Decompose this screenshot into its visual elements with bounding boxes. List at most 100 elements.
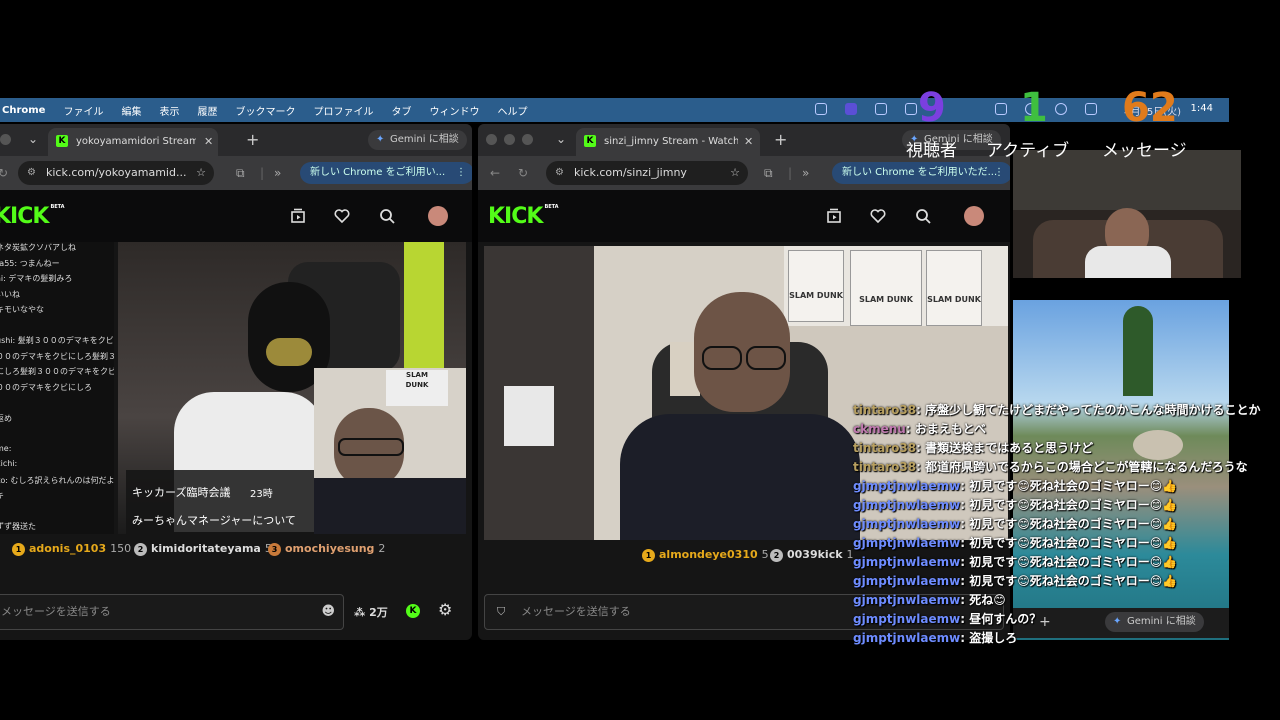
chat-username: gjmptjnwlaemw (853, 631, 961, 645)
menu-history[interactable]: 履歴 (197, 103, 217, 118)
site-info-icon[interactable]: ⚙ (555, 161, 564, 185)
kick-logo[interactable]: KICK BETA (488, 204, 559, 229)
tab-yokoyamamidori[interactable]: K yokoyamamidori Stream - ✕ (48, 128, 218, 156)
menu-dots-icon[interactable]: ⋮ (994, 162, 1004, 184)
chrome-update-button[interactable]: 新しい Chrome をご利用い... ⋮ (300, 162, 472, 184)
clips-icon[interactable] (289, 207, 307, 225)
video-player[interactable]: SLAM DUNK キッカーズ臨時会議 23時 みーちゃんマネージャーについて (118, 242, 466, 534)
menu-view[interactable]: 表示 (159, 103, 179, 118)
chat-username: gjmptjnwlaemw (853, 593, 961, 607)
chat-panel: ネタ炭鉱クソバアしね ra55: つまんねー ai: デマキの髪剃みろ いいね … (0, 242, 114, 534)
chat-text: 書類送検まではあると思うけど (925, 441, 1094, 455)
search-icon[interactable] (914, 207, 932, 225)
menu-app-name[interactable]: Chrome (2, 105, 45, 116)
reload-icon[interactable]: ↻ (0, 166, 8, 180)
display-icon[interactable] (905, 103, 917, 115)
more-tabs-icon[interactable]: » (802, 166, 809, 180)
camera-icon[interactable] (845, 103, 857, 115)
window-zoom-button[interactable] (522, 134, 533, 145)
overlay-chat-line: gjmptjnwlaemw: 盗撮しろ (853, 631, 1018, 645)
active-count: 1 (1020, 85, 1048, 131)
kick-points-icon[interactable]: K (406, 604, 420, 618)
url-text: kick.com/yokoyamamid... (46, 166, 187, 179)
chrome-update-button[interactable]: 新しい Chrome をご利用いただ... ⋮ (832, 162, 1010, 184)
pip-glasses (338, 438, 404, 456)
menu-file[interactable]: ファイル (63, 103, 103, 118)
menu-bookmarks[interactable]: ブックマーク (235, 103, 295, 118)
leaderboard-entry[interactable]: 1 adonis_0103 150 (12, 542, 131, 556)
search-icon[interactable] (1055, 103, 1067, 115)
new-tab-button[interactable]: + (246, 130, 259, 149)
following-heart-icon[interactable] (333, 207, 351, 225)
kick-favicon-icon: K (584, 135, 596, 147)
gemini-spark-icon: ✦ (376, 134, 385, 145)
chat-message: ko: むしろ訳えられんのは何だよ？？ (0, 475, 114, 485)
chat-message: ai: デマキの髪剃みろ (0, 274, 73, 283)
user-avatar[interactable] (964, 206, 984, 226)
extensions-icon[interactable]: ⧉ (236, 166, 245, 181)
following-heart-icon[interactable] (869, 207, 887, 225)
menu-window[interactable]: ウィンドウ (429, 103, 479, 118)
extensions-icon[interactable]: ⧉ (764, 166, 773, 181)
close-tab-icon[interactable]: ✕ (204, 135, 213, 148)
leaderboard-entry[interactable]: 2kimidoritateyama5 (134, 542, 272, 556)
menu-edit[interactable]: 編集 (121, 103, 141, 118)
url-text: kick.com/sinzi_jimny (574, 166, 687, 179)
overlay-chat-line: gjmptjnwlaemw: 初見です😊死ね社会のゴミヤロー😊👍 (853, 555, 1178, 569)
window-close-button[interactable] (0, 134, 11, 145)
menu-clock[interactable]: 1:44 (1191, 103, 1213, 114)
bookmark-star-icon[interactable]: ☆ (730, 161, 740, 185)
followers-count[interactable]: ⁂ 2万 (354, 604, 388, 620)
window-minimize-button[interactable] (504, 134, 515, 145)
user-avatar[interactable] (428, 206, 448, 226)
window-close-button[interactable] (486, 134, 497, 145)
gemini-button[interactable]: ✦ Gemini に相談 (368, 130, 467, 150)
tab-sinzi-jimny[interactable]: K sinzi_jimny Stream - Watch L ✕ (576, 128, 760, 156)
menu-tab[interactable]: タブ (391, 103, 411, 118)
kick-logo[interactable]: KICK BETA (0, 204, 65, 229)
leaderboard-name: adonis_0103 (29, 542, 107, 555)
menu-help[interactable]: ヘルプ (497, 103, 527, 118)
chat-message-input[interactable]: メッセージを送信する ☻ (0, 594, 344, 630)
menu-dots-icon[interactable]: ⋮ (456, 162, 466, 184)
leaderboard-entry[interactable]: 3 omochiyesung 2 (268, 542, 385, 556)
bookmark-star-icon[interactable]: ☆ (196, 161, 206, 185)
battery-icon[interactable] (995, 103, 1007, 115)
close-tab-icon[interactable]: ✕ (744, 135, 753, 148)
chat-message (0, 320, 114, 336)
chat-text: 初見です😊死ね社会のゴミヤロー😊👍 (969, 574, 1178, 588)
chat-username: gjmptjnwlaemw (853, 555, 961, 569)
rank-badge: 2 (134, 542, 147, 556)
chat-text: 昼何すんの？ (969, 612, 1042, 626)
chat-username: tintaro38 (853, 403, 917, 417)
chevron-down-icon[interactable]: ⌄ (556, 132, 566, 146)
emoji-icon[interactable]: ☻ (321, 595, 335, 629)
new-tab-button[interactable]: + (774, 130, 787, 149)
screen-share-icon[interactable] (875, 103, 887, 115)
more-tabs-icon[interactable]: » (274, 166, 281, 180)
chat-text: おまえもとべ (914, 422, 986, 436)
back-icon[interactable]: ← (490, 166, 500, 180)
menu-profile[interactable]: プロファイル (313, 103, 373, 118)
leaderboard-entry[interactable]: 1 almondeye0310 5 (642, 548, 769, 562)
leaderboard-entry[interactable]: 2 0039kick 1 (770, 548, 854, 562)
chat-text: 盗撮しろ (969, 631, 1018, 645)
address-bar[interactable]: ⚙ kick.com/yokoyamamid... ☆ (18, 161, 214, 185)
chat-text: 初見です😊死ね社会のゴミヤロー😊👍 (969, 498, 1178, 512)
reload-icon[interactable]: ↻ (518, 166, 528, 180)
address-bar[interactable]: ⚙ kick.com/sinzi_jimny ☆ (546, 161, 748, 185)
webcam-feed[interactable] (1013, 150, 1241, 278)
settings-gear-icon[interactable]: ⚙ (438, 600, 452, 619)
address-bar-row: ↻ ⚙ kick.com/yokoyamamid... ☆ ⧉ | » 新しい … (0, 156, 472, 190)
screen-mirror-icon[interactable] (815, 103, 827, 115)
chat-message (0, 506, 114, 522)
chat-message: ra55: つまんねー (0, 258, 60, 268)
search-icon[interactable] (378, 207, 396, 225)
poster: SLAM DUNK (788, 250, 844, 322)
chat-message: ００のデマキをクビにしろ髪剃３００ (0, 351, 114, 361)
chevron-down-icon[interactable]: ⌄ (28, 132, 38, 146)
control-center-icon[interactable] (1085, 103, 1097, 115)
site-info-icon[interactable]: ⚙ (27, 161, 36, 185)
pip-shirt (314, 478, 466, 534)
clips-icon[interactable] (825, 207, 843, 225)
